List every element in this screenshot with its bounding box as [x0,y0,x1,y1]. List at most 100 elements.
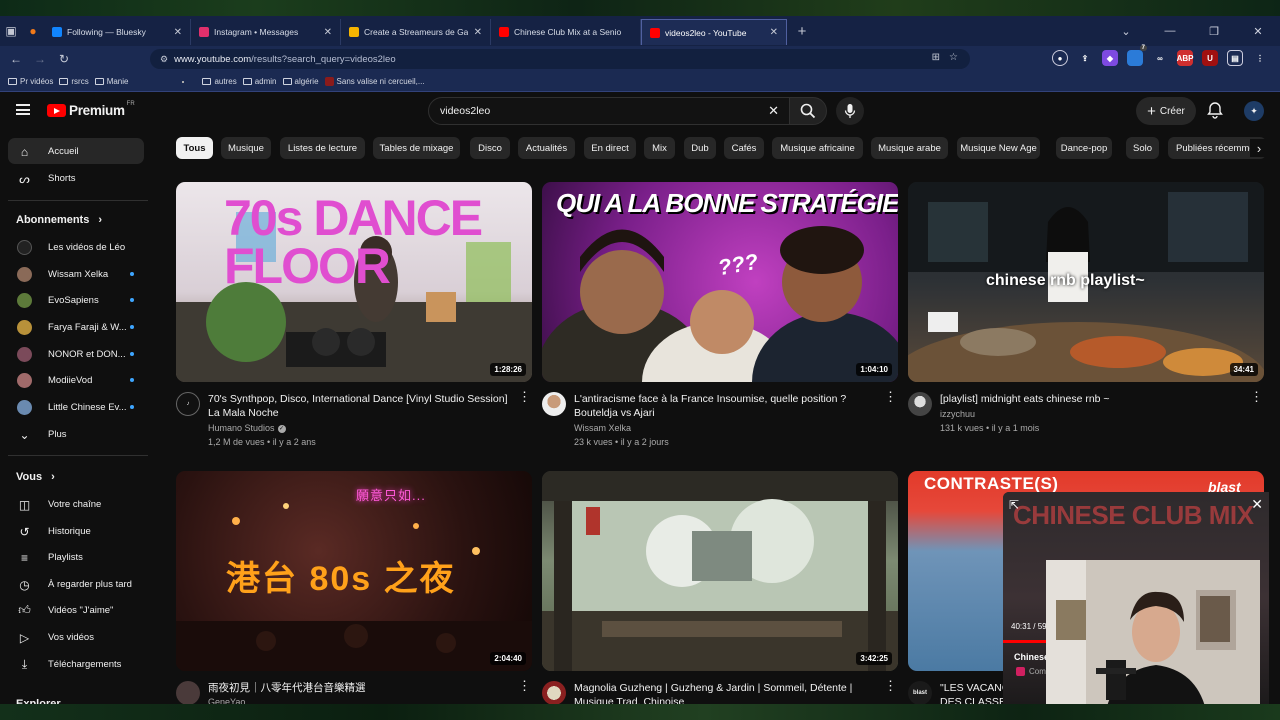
sidebar-item-history[interactable]: ↺ Historique [8,518,144,544]
close-icon[interactable]: ✕ [324,27,332,38]
sidebar-item-your-channel[interactable]: ◫ Votre chaîne [8,491,144,517]
chip[interactable]: Mix [644,137,675,159]
chip[interactable]: Solo [1126,137,1159,159]
ublock-icon[interactable]: U [1202,50,1218,66]
sidebar-channel-item[interactable]: NONOR et DON... [8,341,144,367]
video-card[interactable]: 3:42:25 Magnolia Guzheng | Guzheng & Jar… [542,471,898,708]
install-app-icon[interactable]: ⊞ [932,52,940,63]
video-title[interactable]: 雨夜初見｜八零年代港台音樂精選 [208,681,508,695]
chip[interactable]: Musique New Age [957,137,1040,159]
close-icon[interactable]: ✕ [174,27,182,38]
address-bar[interactable]: ⚙ www.youtube.com /results?search_query=… [150,49,970,69]
voice-search-button[interactable] [836,97,864,125]
sidebar-channel-item[interactable]: Wissam Xelka [8,261,144,287]
sidebar-panel-icon[interactable]: ▤ [1227,50,1243,66]
bookmark-star-icon[interactable]: ☆ [949,52,958,63]
subscriptions-header[interactable]: Abonnements › [16,214,102,226]
chip[interactable]: Tables de mixage [373,137,460,159]
glasses-extension-icon[interactable]: ∞ [1152,50,1168,66]
channel-avatar[interactable] [542,681,566,705]
video-thumbnail[interactable]: chinese rnb playlist~ 34:41 [908,182,1264,382]
you-header[interactable]: Vous › [16,471,55,483]
chip[interactable]: Actualités [518,137,575,159]
video-card[interactable]: 願意只如... 港台 80s 之夜 2:04:40 雨夜初見｜八零年代港台音樂精… [176,471,532,707]
clear-search-icon[interactable]: ✕ [768,103,779,119]
sidebar-item-shorts[interactable]: ᔕ Shorts [8,165,144,191]
share-icon[interactable]: ⇪ [1077,50,1093,66]
more-actions-icon[interactable]: ⋮ [518,390,531,403]
sidebar-channel-item[interactable]: Farya Faraji & W... [8,314,144,340]
channel-name[interactable]: Wissam Xelka [574,423,631,433]
chip-all[interactable]: Tous [176,137,213,159]
sidebar-item-watch-later[interactable]: ◷ À regarder plus tard [8,571,144,597]
sidebar-channel-item[interactable]: EvoSapiens [8,287,144,313]
channel-name[interactable]: Humano Studios ✓ [208,423,286,433]
close-icon[interactable]: ✕ [474,27,482,38]
proton-extension-icon[interactable]: ◆ [1102,50,1118,66]
channel-avatar[interactable] [542,392,566,416]
browser-profile-icon[interactable]: ● [22,20,44,42]
chip[interactable]: Musique arabe [871,137,948,159]
bookmark-folder[interactable]: algérie [282,77,319,86]
sidebar-item-more[interactable]: ⌄ Plus [8,421,144,447]
video-title[interactable]: 70's Synthpop, Disco, International Danc… [208,392,508,420]
bookmark-folder[interactable]: admin [242,77,277,86]
reload-icon[interactable]: ↻ [52,52,76,66]
video-thumbnail[interactable]: 70s DANCE FLOOR 1:28:26 [176,182,532,382]
video-title[interactable]: [playlist] midnight eats chinese rnb ~ [940,392,1240,406]
search-input[interactable]: videos2leo ✕ [428,97,790,125]
search-button[interactable] [789,97,827,125]
new-tab-icon[interactable]: + [791,20,813,42]
sidebar-item-playlists[interactable]: ≡ Playlists [8,544,144,570]
more-actions-icon[interactable]: ⋮ [518,679,531,692]
window-close-icon[interactable]: ✕ [1236,16,1280,46]
channel-avatar[interactable]: blast [908,681,932,705]
chip[interactable]: En direct [584,137,636,159]
tab-list-chevron-icon[interactable]: ⌄ [1104,16,1148,46]
sidebar-channel-item[interactable]: Les vidéos de Léo [8,234,144,260]
youtube-premium-logo[interactable]: Premium FR [47,101,135,118]
chip[interactable]: Listes de lecture [280,137,365,159]
adblock-icon[interactable]: ABP [1177,50,1193,66]
site-info-icon[interactable]: ⚙ [160,54,168,65]
chip[interactable]: Dance-pop [1056,137,1112,159]
mini-player-close-icon[interactable]: ✕ [1251,496,1263,513]
tab-chinese-club-mix[interactable]: Chinese Club Mix at a Senio [491,19,641,45]
channel-name[interactable]: izzychuu [940,409,975,419]
channel-avatar[interactable]: ♪ [176,392,200,416]
sidebar-item-liked[interactable]: 👍︎ Vidéos "J'aime" [8,597,144,623]
account-icon[interactable]: ● [1052,50,1068,66]
video-card[interactable]: chinese rnb playlist~ 34:41 [playlist] m… [908,182,1264,452]
chip[interactable]: Disco [470,137,510,159]
sidebar-channel-item[interactable]: ModiieVod [8,367,144,393]
chip[interactable]: Musique africaine [772,137,863,159]
tab-actions-icon[interactable]: ▣ [0,20,22,42]
sidebar-item-your-videos[interactable]: ▷ Vos vidéos [8,624,144,650]
extension-badge-icon[interactable]: 7 [1127,45,1147,66]
video-thumbnail[interactable]: QUI A LA BONNE STRATÉGIE ??? 1:04:10 [542,182,898,382]
minimize-icon[interactable]: — [1148,16,1192,46]
video-thumbnail[interactable]: 3:42:25 [542,471,898,671]
chip-scroll-right-icon[interactable]: › [1250,139,1268,157]
restore-icon[interactable]: ❐ [1192,16,1236,46]
sidebar-item-home[interactable]: ⌂ Accueil [8,138,144,164]
create-button[interactable]: + Créer [1136,97,1196,125]
bookmark-folder[interactable]: rsrcs [59,77,89,86]
video-thumbnail[interactable]: 願意只如... 港台 80s 之夜 2:04:40 [176,471,532,671]
channel-avatar[interactable] [908,392,932,416]
more-actions-icon[interactable]: ⋮ [884,679,897,692]
close-icon[interactable]: ✕ [770,27,778,38]
more-actions-icon[interactable]: ⋮ [884,390,897,403]
menu-icon[interactable] [16,104,30,115]
chip[interactable]: Cafés [724,137,764,159]
sidebar-channel-item[interactable]: Little Chinese Ev... [8,394,144,420]
chip[interactable]: Dub [684,137,716,159]
bookmark-folder[interactable]: Manie [94,77,128,86]
tab-bluesky[interactable]: Following — Bluesky ✕ [44,19,191,45]
account-avatar[interactable]: ✦ [1244,101,1264,121]
menu-dots-icon[interactable]: ⋮ [1252,50,1268,66]
expand-icon[interactable]: ⇱ [1009,498,1019,512]
video-title[interactable]: L'antiracisme face à la France Insoumise… [574,392,874,420]
bookmark-link[interactable]: Sans valise ni cercueil,... [324,77,425,86]
video-card[interactable]: 70s DANCE FLOOR 1:28:26 ♪ 70's Synthpop,… [176,182,532,452]
